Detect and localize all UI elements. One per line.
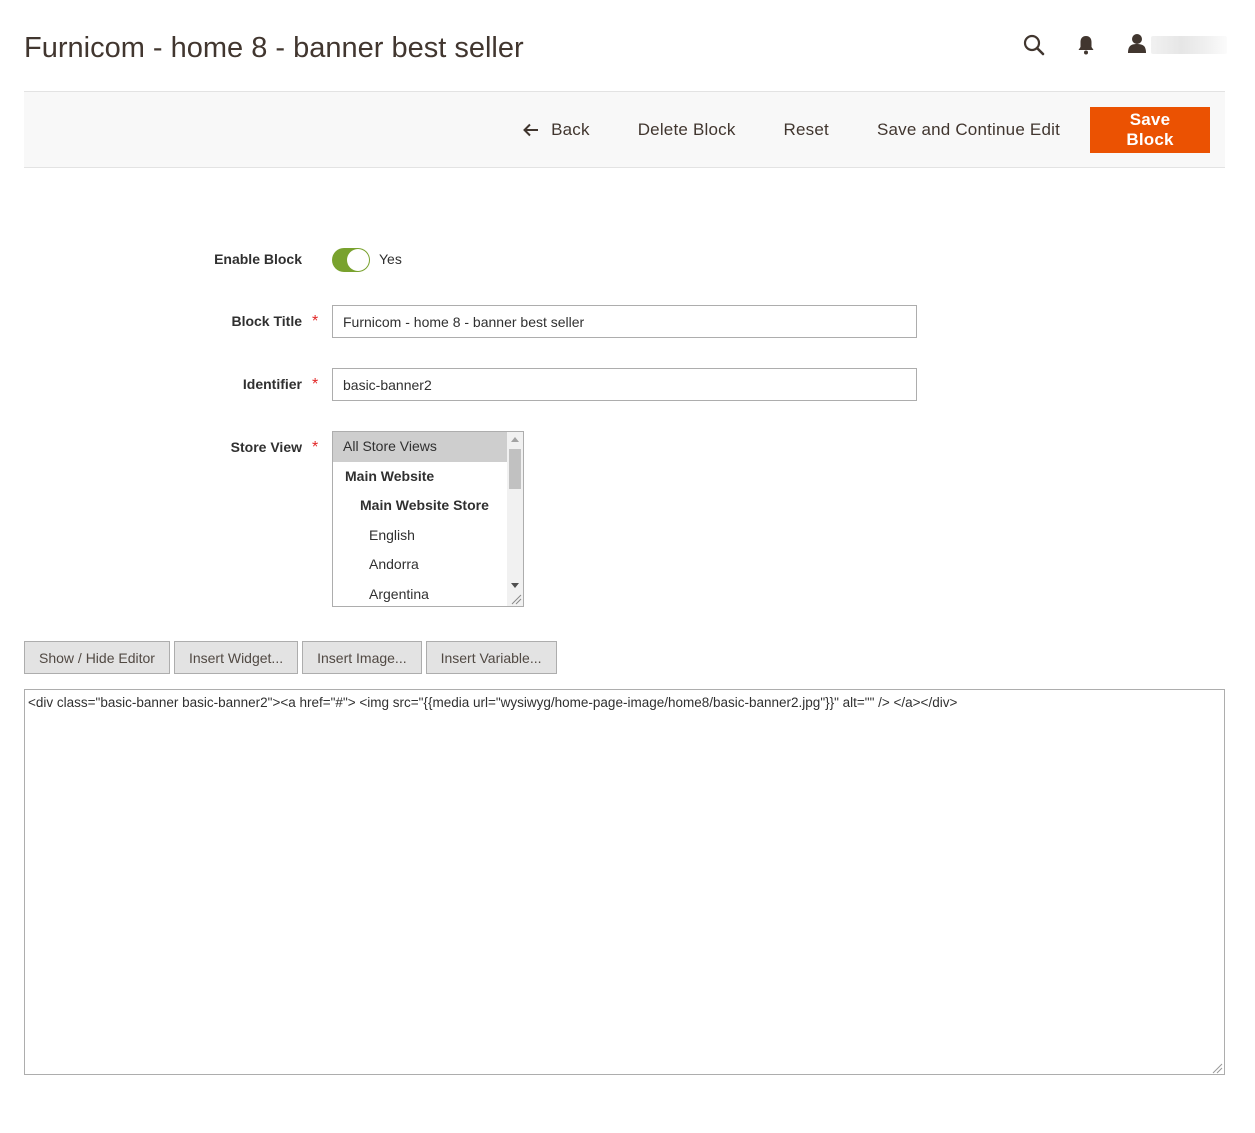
back-label: Back: [551, 120, 590, 139]
resize-grip-icon[interactable]: [507, 590, 523, 606]
store-view-option[interactable]: Andorra: [333, 550, 507, 580]
store-view-option[interactable]: All Store Views: [333, 432, 507, 462]
back-button[interactable]: Back: [499, 107, 614, 153]
user-name: [1151, 36, 1227, 54]
store-view-multiselect[interactable]: All Store Views Main Website Main Websit…: [332, 431, 524, 607]
content-textarea[interactable]: <div class="basic-banner basic-banner2">…: [24, 689, 1225, 1075]
arrow-left-icon: [523, 123, 539, 137]
scrollbar-thumb[interactable]: [509, 449, 521, 489]
store-view-option[interactable]: English: [333, 521, 507, 551]
insert-image-button[interactable]: Insert Image...: [302, 641, 422, 674]
store-view-option[interactable]: Main Website: [333, 462, 507, 492]
store-view-options: All Store Views Main Website Main Websit…: [333, 432, 507, 607]
store-view-option[interactable]: Main Website Store: [333, 491, 507, 521]
user-icon: [1127, 33, 1147, 58]
insert-widget-button[interactable]: Insert Widget...: [173, 641, 299, 674]
page-title: Furnicom - home 8 - banner best seller: [24, 32, 524, 64]
resize-grip-icon[interactable]: [1211, 1061, 1223, 1074]
search-icon[interactable]: [1019, 30, 1049, 60]
bell-icon[interactable]: [1071, 30, 1101, 60]
toggle-knob: [347, 249, 369, 271]
editor-toolbar: Show / Hide Editor Insert Widget... Inse…: [24, 641, 561, 674]
header-actions: [997, 30, 1227, 60]
store-view-option[interactable]: Argentina: [333, 580, 507, 607]
show-hide-editor-button[interactable]: Show / Hide Editor: [24, 641, 170, 674]
page-actions-bar: Back Delete Block Reset Save and Continu…: [24, 91, 1225, 168]
store-view-label: Store View: [230, 439, 302, 455]
identifier-label: Identifier: [242, 376, 302, 392]
enable-block-value: Yes: [379, 251, 402, 267]
save-block-button[interactable]: Save Block: [1090, 107, 1210, 153]
required-marker: *: [312, 439, 319, 456]
identifier-input[interactable]: [332, 368, 917, 401]
required-marker: *: [312, 376, 319, 393]
delete-block-button[interactable]: Delete Block: [614, 107, 760, 153]
scroll-up-arrow-icon[interactable]: [507, 432, 523, 446]
enable-block-toggle[interactable]: [332, 248, 370, 272]
required-marker: *: [312, 313, 319, 330]
insert-variable-button[interactable]: Insert Variable...: [425, 641, 557, 674]
block-title-label: Block Title: [231, 313, 302, 329]
reset-button[interactable]: Reset: [760, 107, 853, 153]
account-menu[interactable]: [1127, 33, 1227, 58]
block-title-input[interactable]: [332, 305, 917, 338]
save-and-continue-button[interactable]: Save and Continue Edit: [853, 107, 1084, 153]
enable-block-label: Enable Block: [214, 251, 302, 267]
scrollbar[interactable]: [507, 432, 523, 592]
